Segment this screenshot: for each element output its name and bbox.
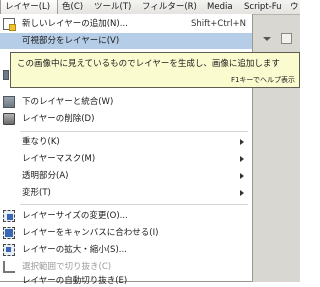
tooltip: この画像中に見えているものでレイヤーを生成し、画像に追加します F1キーでヘルプ…	[10, 52, 300, 88]
menu-item-new-from-visible[interactable]: 可視部分をレイヤーに(V)	[0, 33, 252, 49]
menu-separator	[20, 204, 248, 205]
menu-item-label: レイヤーの自動切り抜き(E)	[22, 276, 128, 286]
tooltip-text: この画像中に見えているものでレイヤーを生成し、画像に追加します	[17, 59, 280, 69]
menu-item-label: レイヤーサイズの変更(O)...	[22, 211, 128, 221]
merge-down-icon	[3, 96, 15, 108]
menu-item-label: 選択範囲で切り抜き(C)	[22, 262, 112, 272]
menubar-item-media[interactable]: Media	[207, 0, 233, 14]
menubar-item-tools[interactable]: ツール(T)	[94, 0, 131, 14]
menu-item-delete-layer[interactable]: レイヤーの削除(D)	[0, 111, 252, 127]
layer-to-image-size-icon	[3, 227, 15, 239]
menubar-item-window[interactable]: ウ	[290, 0, 299, 14]
delete-icon	[3, 113, 15, 125]
menubar: レイヤー(L) 色(C) ツール(T) フィルター(R) Media Scrip…	[0, 0, 300, 15]
menu-item-label: 透明部分(A)	[22, 171, 69, 181]
menu-item-transparency[interactable]: 透明部分(A)	[0, 168, 252, 184]
menu-item-autocrop-layer[interactable]: レイヤーの自動切り抜き(E)	[0, 276, 252, 286]
menu-item-label: レイヤーをキャンバスに合わせる(I)	[22, 228, 159, 238]
menu-item-crop-to-selection[interactable]: 選択範囲で切り抜き(C)	[0, 259, 252, 275]
menu-item-layer-to-image-size[interactable]: レイヤーをキャンバスに合わせる(I)	[0, 225, 252, 241]
menubar-item-layer[interactable]: レイヤー(L)	[0, 0, 58, 14]
menu-item-label: レイヤーマスク(M)	[22, 154, 96, 164]
layer-boundary-icon	[3, 210, 15, 222]
menu-item-label: 重なり(K)	[22, 137, 60, 147]
menubar-item-colors[interactable]: 色(C)	[62, 0, 83, 14]
menubar-item-filters[interactable]: フィルター(R)	[142, 0, 197, 14]
menu-item-label: レイヤーの拡大・縮小(S)...	[22, 245, 127, 255]
menu-item-new-layer[interactable]: 新しいレイヤーの追加(N)... Shift+Ctrl+N	[0, 16, 252, 32]
menu-item-transform[interactable]: 変形(T)	[0, 185, 252, 201]
new-layer-icon	[3, 18, 16, 31]
submenu-arrow-icon	[240, 139, 244, 145]
scale-icon	[3, 244, 15, 256]
menu-separator	[20, 131, 248, 132]
menu-item-scale-layer[interactable]: レイヤーの拡大・縮小(S)...	[0, 242, 252, 258]
checkbox[interactable]	[281, 33, 292, 44]
menubar-item-script-fu[interactable]: Script-Fu	[244, 0, 282, 14]
layer-icon	[3, 70, 9, 80]
menu-item-label: 下のレイヤーと統合(W)	[22, 97, 114, 107]
crop-icon	[3, 261, 15, 273]
menu-item-label: 新しいレイヤーの追加(N)...	[22, 19, 128, 29]
menu-item-accel: Shift+Ctrl+N	[190, 19, 246, 29]
submenu-arrow-icon	[240, 190, 244, 196]
menu-item-stack[interactable]: 重なり(K)	[0, 134, 252, 150]
chevron-down-icon	[263, 37, 271, 41]
tooltip-help-hint: F1キーでヘルプ表示	[230, 76, 295, 84]
menu-item-label: 可視部分をレイヤーに(V)	[22, 36, 120, 46]
menu-item-layer-mask[interactable]: レイヤーマスク(M)	[0, 151, 252, 167]
menu-item-layer-boundary-size[interactable]: レイヤーサイズの変更(O)...	[0, 208, 252, 224]
menu-item-label: 変形(T)	[22, 188, 51, 198]
submenu-arrow-icon	[240, 173, 244, 179]
menu-item-merge-down[interactable]: 下のレイヤーと統合(W)	[0, 94, 252, 110]
menu-item-label: レイヤーの削除(D)	[22, 114, 95, 124]
submenu-arrow-icon	[240, 156, 244, 162]
